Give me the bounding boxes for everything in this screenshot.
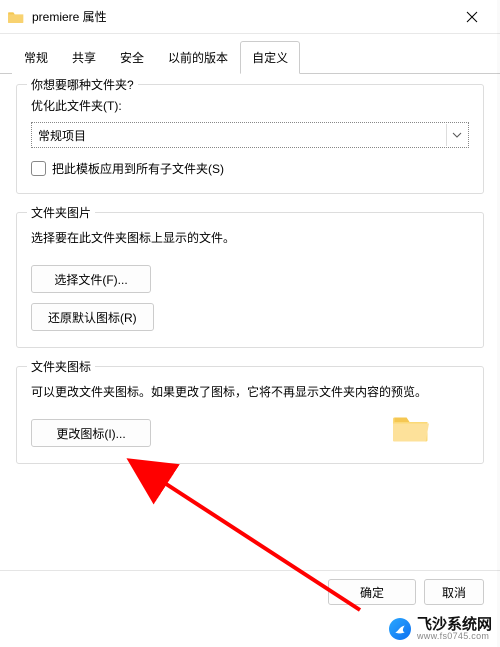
group-folder-picture: 文件夹图片 选择要在此文件夹图标上显示的文件。 选择文件(F)... 还原默认图… — [16, 212, 484, 348]
folder-icon-desc: 可以更改文件夹图标。如果更改了图标，它将不再显示文件夹内容的预览。 — [31, 383, 469, 401]
folder-picture-desc: 选择要在此文件夹图标上显示的文件。 — [31, 229, 469, 247]
ok-button[interactable]: 确定 — [328, 579, 416, 605]
choose-file-button[interactable]: 选择文件(F)... — [31, 265, 151, 293]
folder-preview-icon — [393, 413, 429, 443]
apply-template-checkbox[interactable] — [31, 161, 46, 176]
tab-customize[interactable]: 自定义 — [240, 41, 300, 74]
group-folder-picture-title: 文件夹图片 — [27, 204, 95, 221]
group-folder-type-title: 你想要哪种文件夹? — [27, 76, 138, 93]
tab-general[interactable]: 常规 — [12, 41, 60, 74]
tab-sharing[interactable]: 共享 — [60, 41, 108, 74]
tab-security[interactable]: 安全 — [108, 41, 156, 74]
tabs: 常规 共享 安全 以前的版本 自定义 — [0, 40, 500, 74]
watermark: 飞沙系统网 www.fs0745.com — [385, 615, 496, 643]
group-folder-icon: 文件夹图标 可以更改文件夹图标。如果更改了图标，它将不再显示文件夹内容的预览。 … — [16, 366, 484, 464]
watermark-logo-icon — [389, 618, 411, 640]
close-button[interactable] — [452, 2, 492, 32]
group-folder-icon-title: 文件夹图标 — [27, 358, 95, 375]
content-area: 你想要哪种文件夹? 优化此文件夹(T): 常规项目 把此模板应用到所有子文件夹(… — [0, 74, 500, 498]
watermark-name: 飞沙系统网 — [417, 617, 492, 632]
chevron-down-icon — [446, 124, 466, 146]
group-folder-type: 你想要哪种文件夹? 优化此文件夹(T): 常规项目 把此模板应用到所有子文件夹(… — [16, 84, 484, 194]
watermark-url: www.fs0745.com — [417, 632, 492, 641]
cancel-button[interactable]: 取消 — [424, 579, 484, 605]
window-title: premiere 属性 — [32, 8, 452, 25]
apply-template-row[interactable]: 把此模板应用到所有子文件夹(S) — [31, 160, 469, 177]
folder-icon — [8, 9, 24, 25]
tab-previous-versions[interactable]: 以前的版本 — [156, 41, 240, 74]
optimize-select-value: 常规项目 — [38, 127, 86, 144]
restore-default-button[interactable]: 还原默认图标(R) — [31, 303, 154, 331]
titlebar: premiere 属性 — [0, 0, 500, 34]
close-icon — [466, 11, 478, 23]
optimize-label: 优化此文件夹(T): — [31, 97, 469, 114]
optimize-select[interactable]: 常规项目 — [31, 122, 469, 148]
dialog-footer: 确定 取消 — [0, 570, 500, 613]
change-icon-button[interactable]: 更改图标(I)... — [31, 419, 151, 447]
apply-template-label: 把此模板应用到所有子文件夹(S) — [52, 160, 224, 177]
